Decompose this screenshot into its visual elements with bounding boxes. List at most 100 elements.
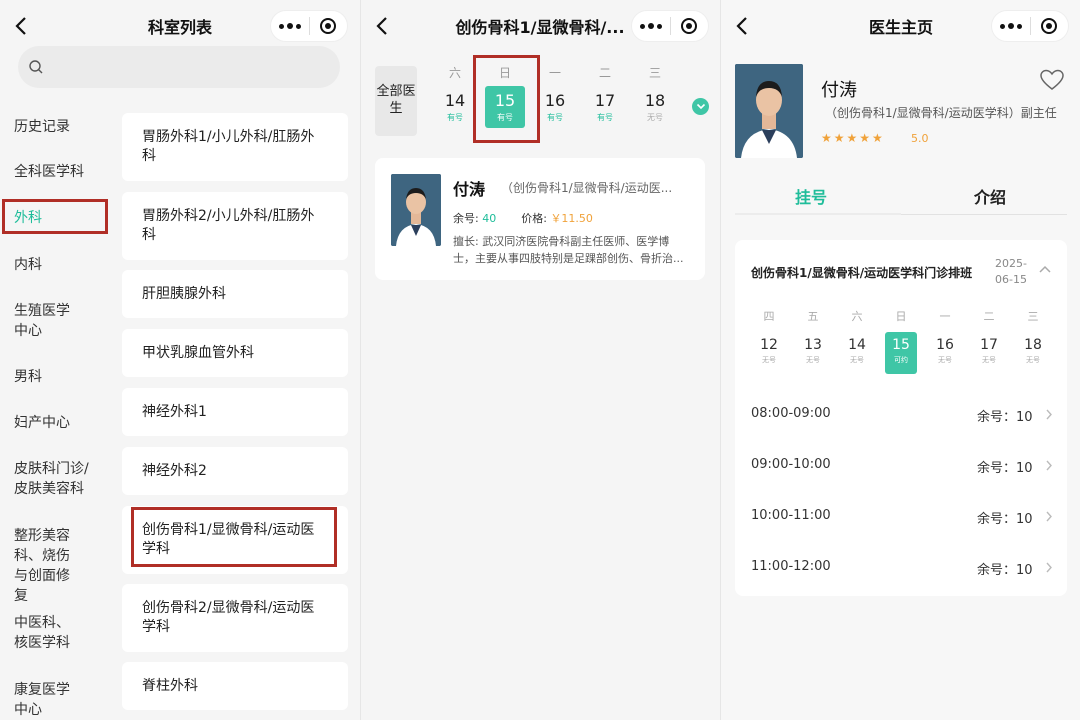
availability-label: 有号	[447, 113, 463, 122]
date-number: 14	[848, 337, 866, 353]
availability-label: 有号	[597, 113, 613, 122]
date-option[interactable]: 三 18 无号	[635, 64, 675, 128]
department-item[interactable]: 肝胆胰腺外科	[122, 270, 348, 318]
date-option[interactable]: 一 16 有号	[535, 64, 575, 128]
category-item[interactable]: 中医科、核医学科	[0, 613, 96, 653]
tab-introduction[interactable]: 介绍	[974, 184, 1006, 208]
slot-time: 08:00-09:00	[751, 406, 831, 421]
schedule-date-option[interactable]: 二 17 无号	[971, 308, 1007, 374]
doctor-meta: 余号: 40 价格: ￥11.50	[453, 210, 593, 226]
search-input[interactable]	[18, 46, 340, 88]
close-button[interactable]	[310, 10, 347, 42]
category-item[interactable]: 内科	[0, 255, 110, 275]
tab-register[interactable]: 挂号	[795, 184, 827, 208]
rating-stars: ★★★★★	[821, 131, 885, 145]
date-number: 18	[644, 91, 666, 110]
time-slot[interactable]: 08:00-09:00 余号：10	[735, 390, 1067, 440]
back-button[interactable]	[731, 12, 755, 40]
department-item[interactable]: 神经外科1	[122, 388, 348, 436]
time-slot[interactable]: 10:00-11:00 余号：10	[735, 492, 1067, 542]
availability-label: 有号	[547, 113, 563, 122]
doctor-list-screen: 创伤骨科1/显微骨科/... 全部医生 六 14 有号 日 15 有号 一 16 有号…	[360, 0, 720, 720]
department-label: 神经外科2	[142, 462, 207, 479]
date-cell: 18 无号	[1017, 332, 1049, 374]
chevron-right-icon	[1046, 409, 1052, 420]
chevron-right-icon	[1046, 460, 1052, 471]
close-button[interactable]	[1031, 10, 1068, 42]
category-item[interactable]: 康复医学中心	[0, 680, 96, 720]
chevron-up-icon[interactable]	[1038, 264, 1052, 274]
more-button[interactable]	[992, 10, 1030, 42]
target-icon	[1041, 18, 1058, 34]
mini-program-capsule	[631, 10, 709, 42]
schedule-date-option[interactable]: 一 16 无号	[927, 308, 963, 374]
category-item[interactable]: 男科	[0, 367, 110, 387]
highlight-box	[473, 55, 540, 143]
doctor-home-screen: 医生主页 付涛 （创伤骨科1/显微骨科/运动医学科）副主任 ★★★★★ 5.0 …	[720, 0, 1080, 720]
date-option[interactable]: 二 17 有号	[585, 64, 625, 128]
favorite-heart-icon[interactable]	[1039, 68, 1065, 92]
date-number: 16	[936, 337, 954, 353]
dot-icon	[296, 23, 301, 29]
all-doctors-button[interactable]: 全部医生	[375, 66, 417, 136]
schedule-date: 2025-06-15	[995, 257, 1027, 286]
weekday-label: 五	[807, 310, 819, 323]
department-label: 甲状乳腺血管外科	[142, 344, 254, 361]
availability-label: 无号	[982, 356, 996, 364]
date-number: 15	[892, 337, 910, 353]
department-item[interactable]: 脊柱外科	[122, 662, 348, 710]
target-icon	[320, 18, 337, 34]
close-button[interactable]	[671, 10, 708, 42]
chevron-right-icon	[1046, 562, 1052, 573]
schedule-date-option[interactable]: 五 13 无号	[795, 308, 831, 374]
weekday-label: 日	[895, 310, 907, 323]
navbar: 医生主页	[721, 0, 1080, 52]
availability-label: 可约	[894, 356, 908, 364]
department-item[interactable]: 胃肠外科1/小儿外科/肛肠外科	[122, 113, 348, 181]
department-item[interactable]: 甲状乳腺血管外科	[122, 329, 348, 377]
category-item[interactable]: 历史记录	[0, 117, 110, 137]
expand-dates-button[interactable]	[692, 98, 709, 115]
schedule-date-option[interactable]: 三 18 无号	[1015, 308, 1051, 374]
date-number: 17	[980, 337, 998, 353]
department-label: 创伤骨科2/显微骨科/运动医学科	[142, 600, 315, 635]
category-item[interactable]: 整形美容科、烧伤与创面修复	[0, 526, 96, 606]
doctor-photo-icon	[391, 174, 441, 246]
more-button[interactable]	[271, 10, 309, 42]
slot-remaining: 余号：10	[977, 461, 1033, 476]
schedule-date-option-selected[interactable]: 日 15 可约	[883, 308, 919, 374]
category-item[interactable]: 妇产中心	[0, 413, 110, 433]
slot-time: 09:00-10:00	[751, 457, 831, 472]
tab-indicator	[735, 213, 901, 215]
weekday-label: 一	[548, 66, 561, 80]
specialty-label: 擅长:	[453, 235, 479, 248]
weekday-label: 二	[983, 310, 995, 323]
doctor-card[interactable]: 付涛 （创伤骨科1/显微骨科/运动医... 余号: 40 价格: ￥11.50 …	[375, 158, 705, 280]
weekday-label: 二	[598, 66, 611, 80]
category-item[interactable]: 全科医学科	[0, 162, 110, 182]
weekday-label: 六	[851, 310, 863, 323]
time-slot[interactable]: 11:00-12:00 余号：10	[735, 543, 1067, 593]
more-button[interactable]	[632, 10, 670, 42]
back-button[interactable]	[10, 12, 34, 40]
category-item[interactable]: 生殖医学中心	[0, 301, 96, 341]
dot-icon	[1000, 23, 1005, 29]
department-item[interactable]: 胃肠外科2/小儿外科/肛肠外科	[122, 192, 348, 260]
category-item[interactable]: 皮肤科门诊/皮肤美容科	[0, 459, 108, 499]
department-item[interactable]: 神经外科2	[122, 447, 348, 495]
date-number: 14	[444, 91, 466, 110]
chevron-left-icon	[15, 17, 26, 35]
department-label: 脊柱外科	[142, 677, 198, 694]
mini-program-capsule	[270, 10, 348, 42]
doctor-department: （创伤骨科1/显微骨科/运动医学科）副主任	[825, 106, 1057, 120]
date-option[interactable]: 六 14 有号	[435, 64, 475, 128]
back-button[interactable]	[371, 12, 395, 40]
time-slot[interactable]: 09:00-10:00 余号：10	[735, 441, 1067, 491]
date-number: 16	[544, 91, 566, 110]
dot-icon	[279, 23, 284, 29]
weekday-label: 四	[763, 310, 775, 323]
slot-remaining: 余号：10	[977, 410, 1033, 425]
schedule-date-option[interactable]: 四 12 无号	[751, 308, 787, 374]
department-item[interactable]: 创伤骨科2/显微骨科/运动医学科	[122, 584, 348, 652]
schedule-date-option[interactable]: 六 14 无号	[839, 308, 875, 374]
